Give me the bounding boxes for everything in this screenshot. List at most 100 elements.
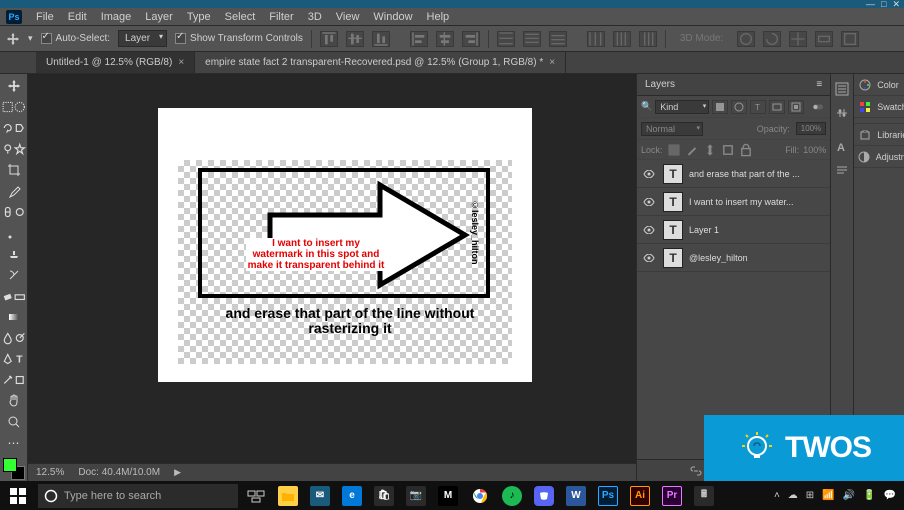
- filter-toggle-icon[interactable]: [810, 100, 826, 114]
- panel-menu-icon[interactable]: ≡: [816, 79, 822, 90]
- distribute-hcenter-icon[interactable]: [613, 31, 631, 47]
- clone-stamp-tool[interactable]: [2, 244, 26, 264]
- link-layers-icon[interactable]: [688, 464, 704, 478]
- taskbar-search[interactable]: Type here to search: [38, 484, 238, 508]
- touchpad-icon[interactable]: ⊞: [806, 490, 814, 501]
- color-panel-tab[interactable]: Color: [854, 74, 904, 96]
- layer-row[interactable]: T @lesley_hilton: [637, 244, 830, 272]
- show-transform-checkbox[interactable]: Show Transform Controls: [175, 33, 303, 44]
- path-shape-tools[interactable]: [2, 370, 26, 390]
- layer-row[interactable]: T I want to insert my water...: [637, 188, 830, 216]
- menu-type[interactable]: Type: [187, 11, 211, 23]
- spotify-icon[interactable]: ♪: [496, 481, 528, 510]
- onedrive-icon[interactable]: ☁: [788, 490, 798, 501]
- visibility-icon[interactable]: [641, 170, 657, 178]
- notifications-icon[interactable]: 💬: [884, 490, 896, 501]
- opacity-value[interactable]: 100%: [796, 122, 826, 135]
- brush-tool[interactable]: [2, 223, 26, 243]
- filter-adjustment-icon[interactable]: [731, 100, 747, 114]
- menu-image[interactable]: Image: [101, 11, 132, 23]
- lasso-tools[interactable]: [2, 118, 26, 138]
- lock-position-icon[interactable]: [703, 144, 717, 156]
- crop-tool[interactable]: [2, 160, 26, 180]
- align-top-icon[interactable]: [320, 31, 338, 47]
- menu-file[interactable]: File: [36, 11, 54, 23]
- move-tool[interactable]: [2, 76, 26, 96]
- filter-kind-dropdown[interactable]: Kind: [655, 100, 709, 114]
- calculator-icon[interactable]: 🖩: [688, 481, 720, 510]
- blur-dodge-tools[interactable]: [2, 328, 26, 348]
- layer-name[interactable]: I want to insert my water...: [689, 197, 826, 207]
- layer-name[interactable]: @lesley_hilton: [689, 253, 826, 263]
- gradient-tool[interactable]: [2, 307, 26, 327]
- 3d-pan-icon[interactable]: [789, 31, 807, 47]
- battery-icon[interactable]: 🔋: [863, 490, 875, 501]
- eraser-tools[interactable]: [2, 286, 26, 306]
- blend-mode-dropdown[interactable]: Normal: [641, 122, 703, 136]
- start-button[interactable]: [0, 481, 36, 510]
- paragraph-panel-icon[interactable]: [831, 160, 853, 182]
- distribute-vcenter-icon[interactable]: [523, 31, 541, 47]
- align-bottom-icon[interactable]: [372, 31, 390, 47]
- swatches-panel-tab[interactable]: Swatches: [854, 96, 904, 118]
- wifi-icon[interactable]: 📶: [822, 490, 834, 501]
- filter-type-icon[interactable]: T: [750, 100, 766, 114]
- close-icon[interactable]: ✕: [892, 0, 900, 10]
- layers-panel-title[interactable]: Layers: [645, 79, 675, 90]
- m-app-icon[interactable]: M: [432, 481, 464, 510]
- layer-name[interactable]: and erase that part of the ...: [689, 169, 826, 179]
- align-vcenter-icon[interactable]: [346, 31, 364, 47]
- edit-toolbar-icon[interactable]: ⋯: [2, 433, 26, 453]
- file-explorer-icon[interactable]: [272, 481, 304, 510]
- statusbar-menu-icon[interactable]: ▶: [174, 467, 181, 478]
- zoom-level[interactable]: 12.5%: [36, 467, 64, 478]
- menu-filter[interactable]: Filter: [269, 11, 293, 23]
- filter-shape-icon[interactable]: [769, 100, 785, 114]
- tab-close-icon[interactable]: ×: [178, 57, 184, 68]
- 3d-slide-icon[interactable]: [815, 31, 833, 47]
- tab-untitled-1[interactable]: Untitled-1 @ 12.5% (RGB/8) ×: [36, 52, 195, 73]
- camera-icon[interactable]: 📷: [400, 481, 432, 510]
- lock-artboard-icon[interactable]: [721, 144, 735, 156]
- menu-window[interactable]: Window: [373, 11, 412, 23]
- distribute-left-icon[interactable]: [587, 31, 605, 47]
- task-view-icon[interactable]: [240, 481, 272, 510]
- lock-brush-icon[interactable]: [685, 144, 699, 156]
- lock-transparency-icon[interactable]: [667, 144, 681, 156]
- foreground-color[interactable]: [3, 458, 17, 472]
- illustrator-icon[interactable]: Ai: [624, 481, 656, 510]
- filter-smart-icon[interactable]: [788, 100, 804, 114]
- visibility-icon[interactable]: [641, 226, 657, 234]
- menu-help[interactable]: Help: [427, 11, 450, 23]
- visibility-icon[interactable]: [641, 198, 657, 206]
- distribute-bottom-icon[interactable]: [549, 31, 567, 47]
- pen-type-tools[interactable]: T: [2, 349, 26, 369]
- align-hcenter-icon[interactable]: [436, 31, 454, 47]
- libraries-panel-tab[interactable]: Libraries: [854, 124, 904, 146]
- layer-row[interactable]: T and erase that part of the ...: [637, 160, 830, 188]
- align-left-icon[interactable]: [410, 31, 428, 47]
- layer-row[interactable]: T Layer 1: [637, 216, 830, 244]
- character-panel-icon[interactable]: A: [831, 136, 853, 158]
- volume-icon[interactable]: 🔊: [843, 490, 855, 501]
- canvas-area[interactable]: I want to insert my watermark in this sp…: [28, 74, 636, 481]
- 3d-roll-icon[interactable]: [763, 31, 781, 47]
- system-tray[interactable]: ˄ ☁ ⊞ 📶 🔊 🔋 💬: [766, 490, 904, 501]
- menu-edit[interactable]: Edit: [68, 11, 87, 23]
- menu-view[interactable]: View: [336, 11, 360, 23]
- menu-layer[interactable]: Layer: [145, 11, 173, 23]
- properties-panel-icon[interactable]: [831, 102, 853, 124]
- color-swatches[interactable]: [3, 458, 25, 480]
- menu-select[interactable]: Select: [225, 11, 256, 23]
- chrome-icon[interactable]: [464, 481, 496, 510]
- document-canvas[interactable]: I want to insert my watermark in this sp…: [158, 108, 532, 382]
- history-panel-icon[interactable]: [831, 78, 853, 100]
- mail-app-icon[interactable]: ✉: [304, 481, 336, 510]
- quick-select-tools[interactable]: [2, 139, 26, 159]
- auto-select-dropdown[interactable]: Layer: [118, 30, 167, 47]
- auto-select-checkbox[interactable]: Auto-Select:: [41, 33, 110, 44]
- premiere-icon[interactable]: Pr: [656, 481, 688, 510]
- 3d-orbit-icon[interactable]: [737, 31, 755, 47]
- layer-name[interactable]: Layer 1: [689, 225, 826, 235]
- store-icon[interactable]: 🛍: [368, 481, 400, 510]
